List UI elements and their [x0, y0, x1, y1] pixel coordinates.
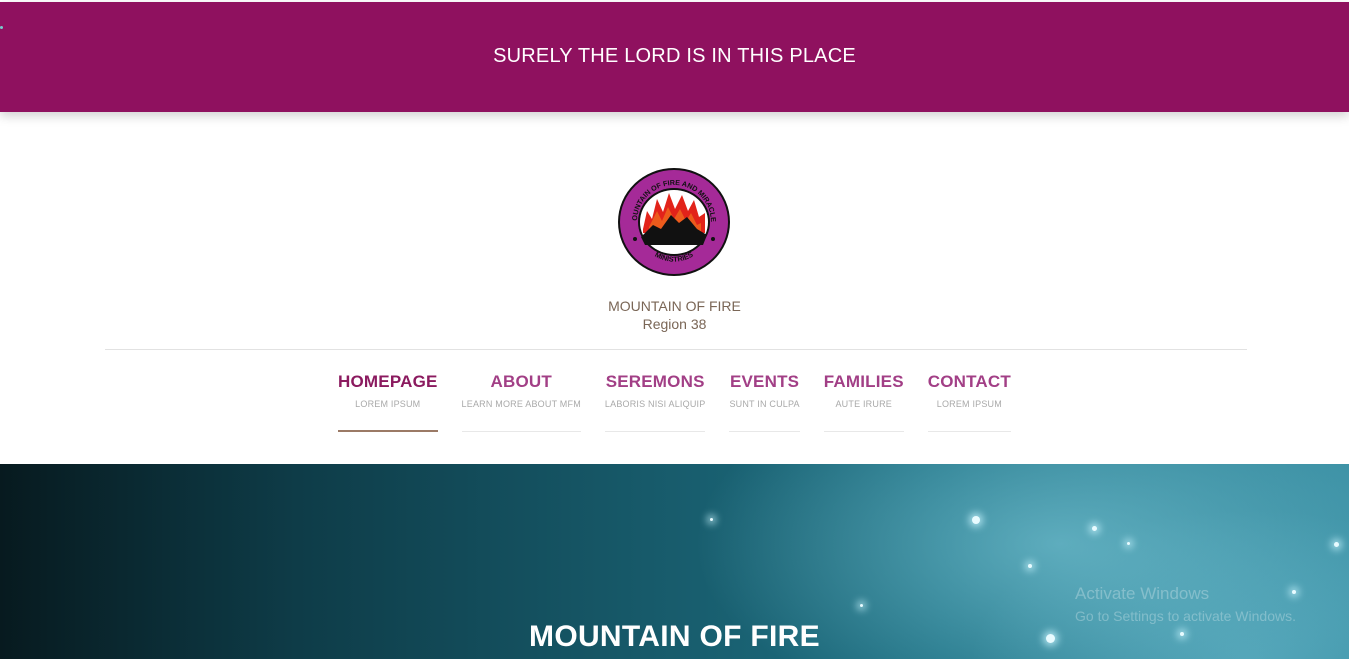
brand-name: MOUNTAIN OF FIRE	[608, 298, 741, 314]
header-divider	[105, 349, 1247, 350]
top-banner: SURELY THE LORD IS IN THIS PLACE	[0, 2, 1349, 112]
nav-subtitle: AUTE IRURE	[835, 399, 892, 409]
nav-subtitle: LABORIS NISI ALIQUIP	[604, 399, 706, 409]
nav-homepage[interactable]: HOMEPAGE LOREM IPSUM	[338, 372, 438, 432]
hero-banner: Activate Windows Go to Settings to activ…	[0, 464, 1349, 659]
banner-dot	[0, 26, 3, 29]
nav-title: EVENTS	[729, 372, 800, 391]
nav-about[interactable]: ABOUT LEARN MORE ABOUT MFM	[461, 372, 581, 432]
nav-subtitle: LEARN MORE ABOUT MFM	[461, 399, 581, 409]
nav-families[interactable]: FAMILIES AUTE IRURE	[823, 372, 904, 432]
banner-text: SURELY THE LORD IS IN THIS PLACE	[493, 44, 856, 67]
main-nav: HOMEPAGE LOREM IPSUM ABOUT LEARN MORE AB…	[0, 372, 1349, 432]
hero-sparkle	[710, 518, 713, 521]
nav-title: SEREMONS	[605, 372, 705, 391]
mfm-logo[interactable]: MOUNTAIN OF FIRE AND MIRACLES MINISTRIES	[617, 167, 731, 277]
hero-title: MOUNTAIN OF FIRE	[529, 620, 820, 653]
nav-subtitle: SUNT IN CULPA	[729, 399, 800, 409]
nav-subtitle: LOREM IPSUM	[936, 399, 1002, 409]
nav-title: ABOUT	[490, 372, 552, 391]
hero-sparkle	[1292, 590, 1296, 594]
hero-sparkle	[1092, 526, 1097, 531]
hero-sparkle	[1028, 564, 1032, 568]
hero-sparkle	[1127, 542, 1130, 545]
nav-subtitle: LOREM IPSUM	[355, 399, 421, 409]
windows-watermark-title: Activate Windows	[1075, 584, 1210, 603]
nav-seremons[interactable]: SEREMONS LABORIS NISI ALIQUIP	[604, 372, 706, 432]
nav-title: HOMEPAGE	[338, 372, 438, 391]
hero-sparkle	[972, 516, 980, 524]
nav-events[interactable]: EVENTS SUNT IN CULPA	[729, 372, 800, 432]
hero-sparkle	[860, 604, 863, 607]
nav-contact[interactable]: CONTACT LOREM IPSUM	[927, 372, 1011, 432]
nav-title: CONTACT	[927, 372, 1011, 391]
hero-sparkle	[1334, 542, 1339, 547]
brand-region: Region 38	[642, 316, 707, 332]
nav-title: FAMILIES	[823, 372, 904, 391]
